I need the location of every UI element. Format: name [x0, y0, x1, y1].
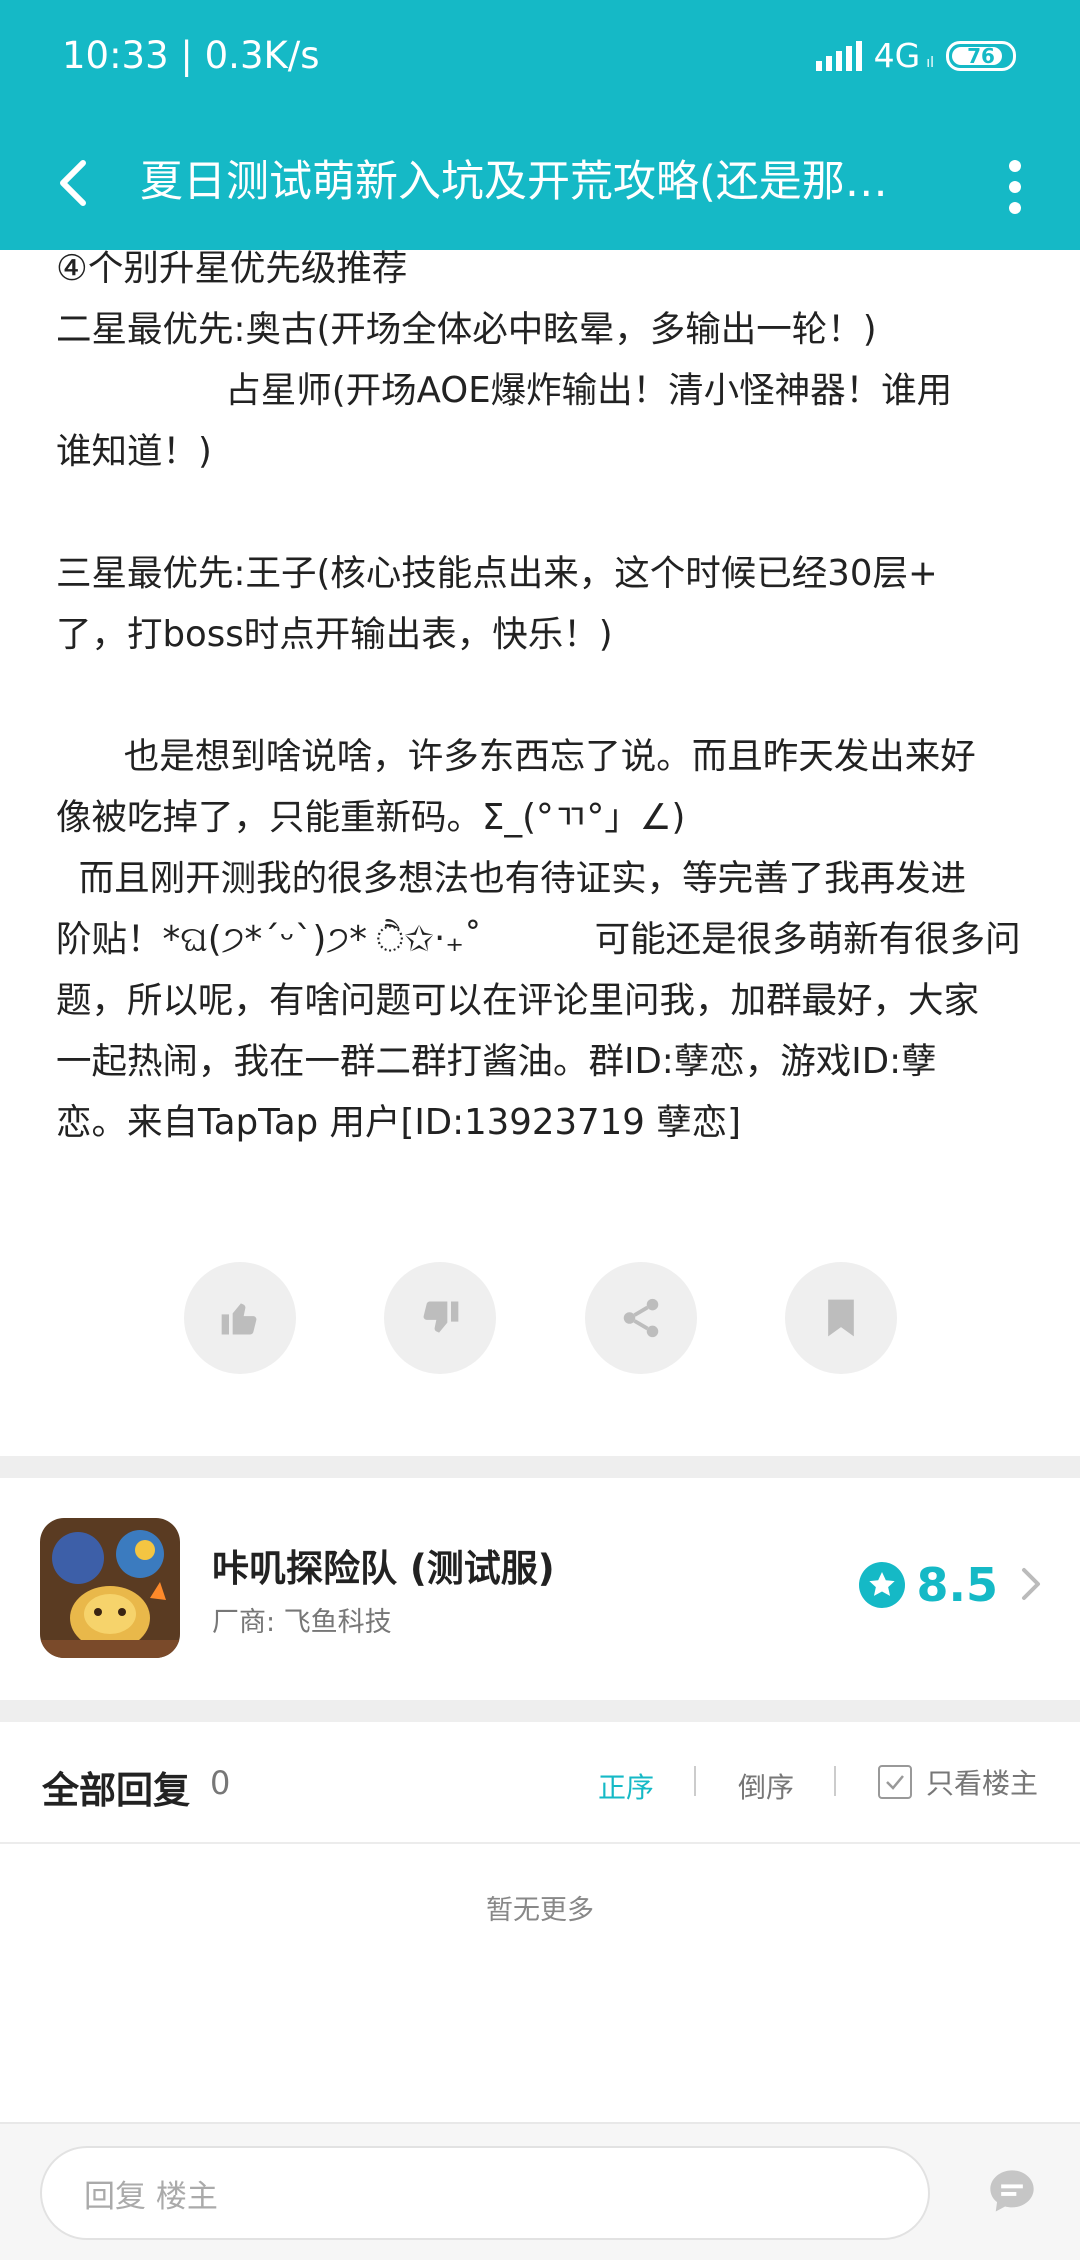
title-bar: 夏日测试萌新入坑及开荒攻略(还是那条… [0, 118, 1080, 250]
comment-icon[interactable] [986, 2166, 1038, 2218]
star-icon [858, 1562, 905, 1608]
article-line: 恋。来自TapTap 用户[ID:13923719 孽恋] [56, 1102, 741, 1143]
sort-separator [694, 1766, 696, 1796]
article-line: 谁知道！) [56, 431, 212, 472]
rating-value: 8.5 [916, 1558, 999, 1612]
post-actions [184, 1262, 897, 1374]
article-line: 了，打boss时点开输出表，快乐！) [56, 614, 613, 655]
back-button[interactable] [38, 138, 108, 228]
replies-title: 全部回复 [42, 1769, 190, 1812]
game-card[interactable]: 咔叽探险队 (测试服) 厂商: 飞鱼科技 8.5 [0, 1478, 1080, 1700]
battery-icon: 76 [946, 40, 1016, 71]
battery-level: 76 [967, 43, 995, 68]
reply-placeholder: 回复 楼主 [84, 2178, 218, 2215]
bookmark-icon [828, 1299, 854, 1337]
network-activity-icon: ıl [926, 54, 934, 71]
replies-header: 全部回复 0 正序 倒序 只看楼主 [0, 1720, 1080, 1844]
section-divider [0, 1700, 1080, 1722]
game-rating: 8.5 [858, 1558, 999, 1612]
page-title: 夏日测试萌新入坑及开荒攻略(还是那条… [140, 157, 920, 207]
thumbs-down-icon [423, 1301, 459, 1333]
status-speed: 0.3K/s [204, 34, 320, 77]
article-line: 二星最优先:奥古(开场全体必中眩晕，多输出一轮！) [56, 309, 877, 350]
article-line: 占星师(开场AOE爆炸输出！清小怪神器！谁用 [56, 370, 953, 411]
only-op-label: 只看楼主 [926, 1767, 1039, 1800]
article-line: 而且刚开测我的很多想法也有待证实，等完善了我再发进 [56, 858, 967, 899]
checkbox-icon [878, 1765, 912, 1799]
article-line: 题，所以呢，有啥问题可以在评论里问我，加群最好，大家 [56, 980, 980, 1021]
share-button[interactable] [584, 1262, 697, 1374]
section-divider [0, 1456, 1080, 1478]
article-blank-line [56, 665, 1036, 726]
article-blank-line [56, 482, 1036, 543]
article-line: 三星最优先:王子(核心技能点出来，这个时候已经30层+ [56, 553, 938, 594]
reply-bar: 回复 楼主 [0, 2122, 1080, 2260]
more-vertical-icon [1009, 160, 1021, 172]
article-line: 一起热闹，我在一群二群打酱油。群ID:孽恋，游戏ID:孽 [56, 1041, 937, 1082]
no-more-text: 暂无更多 [486, 1895, 594, 1926]
sort-ascending-tab[interactable]: 正序 [598, 1766, 654, 1806]
like-button[interactable] [184, 1262, 296, 1374]
status-indicators: 4G ıl 76 [815, 36, 1016, 75]
reply-input[interactable]: 回复 楼主 [40, 2146, 930, 2240]
status-time: 10:33 [62, 34, 169, 77]
game-vendor: 厂商: 飞鱼科技 [212, 1607, 392, 1638]
signal-icon [815, 40, 862, 71]
chevron-left-icon [60, 160, 86, 206]
game-name: 咔叽探险队 (测试服) [212, 1547, 555, 1590]
article-line: 像被吃掉了，只能重新码。Σ_(°ㄲ°」∠) [56, 797, 686, 838]
chevron-right-icon [1022, 1568, 1040, 1600]
game-icon [40, 1518, 180, 1658]
status-bar: 10:33 | 0.3K/s 4G ıl 76 [0, 0, 1080, 118]
app-header: 10:33 | 0.3K/s 4G ıl 76 夏日测试萌新入坑及开荒攻略(还是… [0, 0, 1080, 250]
status-time-speed: 10:33 | 0.3K/s [62, 34, 320, 77]
sort-separator [834, 1766, 836, 1796]
article-body: ④个别升星优先级推荐 二星最优先:奥古(开场全体必中眩晕，多输出一轮！) 占星师… [56, 238, 1036, 1153]
network-type: 4G [873, 36, 921, 75]
bookmark-button[interactable] [784, 1262, 897, 1374]
status-separator: | [180, 34, 205, 77]
article-line: 阶贴！*ଘ(੭*ˊᵕˋ)੭* ੈ✩‧₊˚ 可能还是很多萌新有很多问 [56, 919, 1021, 960]
article-line: 也是想到啥说啥，许多东西忘了说。而且昨天发出来好 [56, 736, 976, 777]
thumbs-up-icon [221, 1303, 257, 1335]
replies-count: 0 [210, 1764, 231, 1802]
only-op-toggle[interactable]: 只看楼主 [878, 1762, 1038, 1802]
more-options-button[interactable] [980, 142, 1050, 232]
sort-descending-tab[interactable]: 倒序 [738, 1766, 794, 1806]
dislike-button[interactable] [384, 1262, 497, 1374]
share-icon [623, 1298, 658, 1338]
